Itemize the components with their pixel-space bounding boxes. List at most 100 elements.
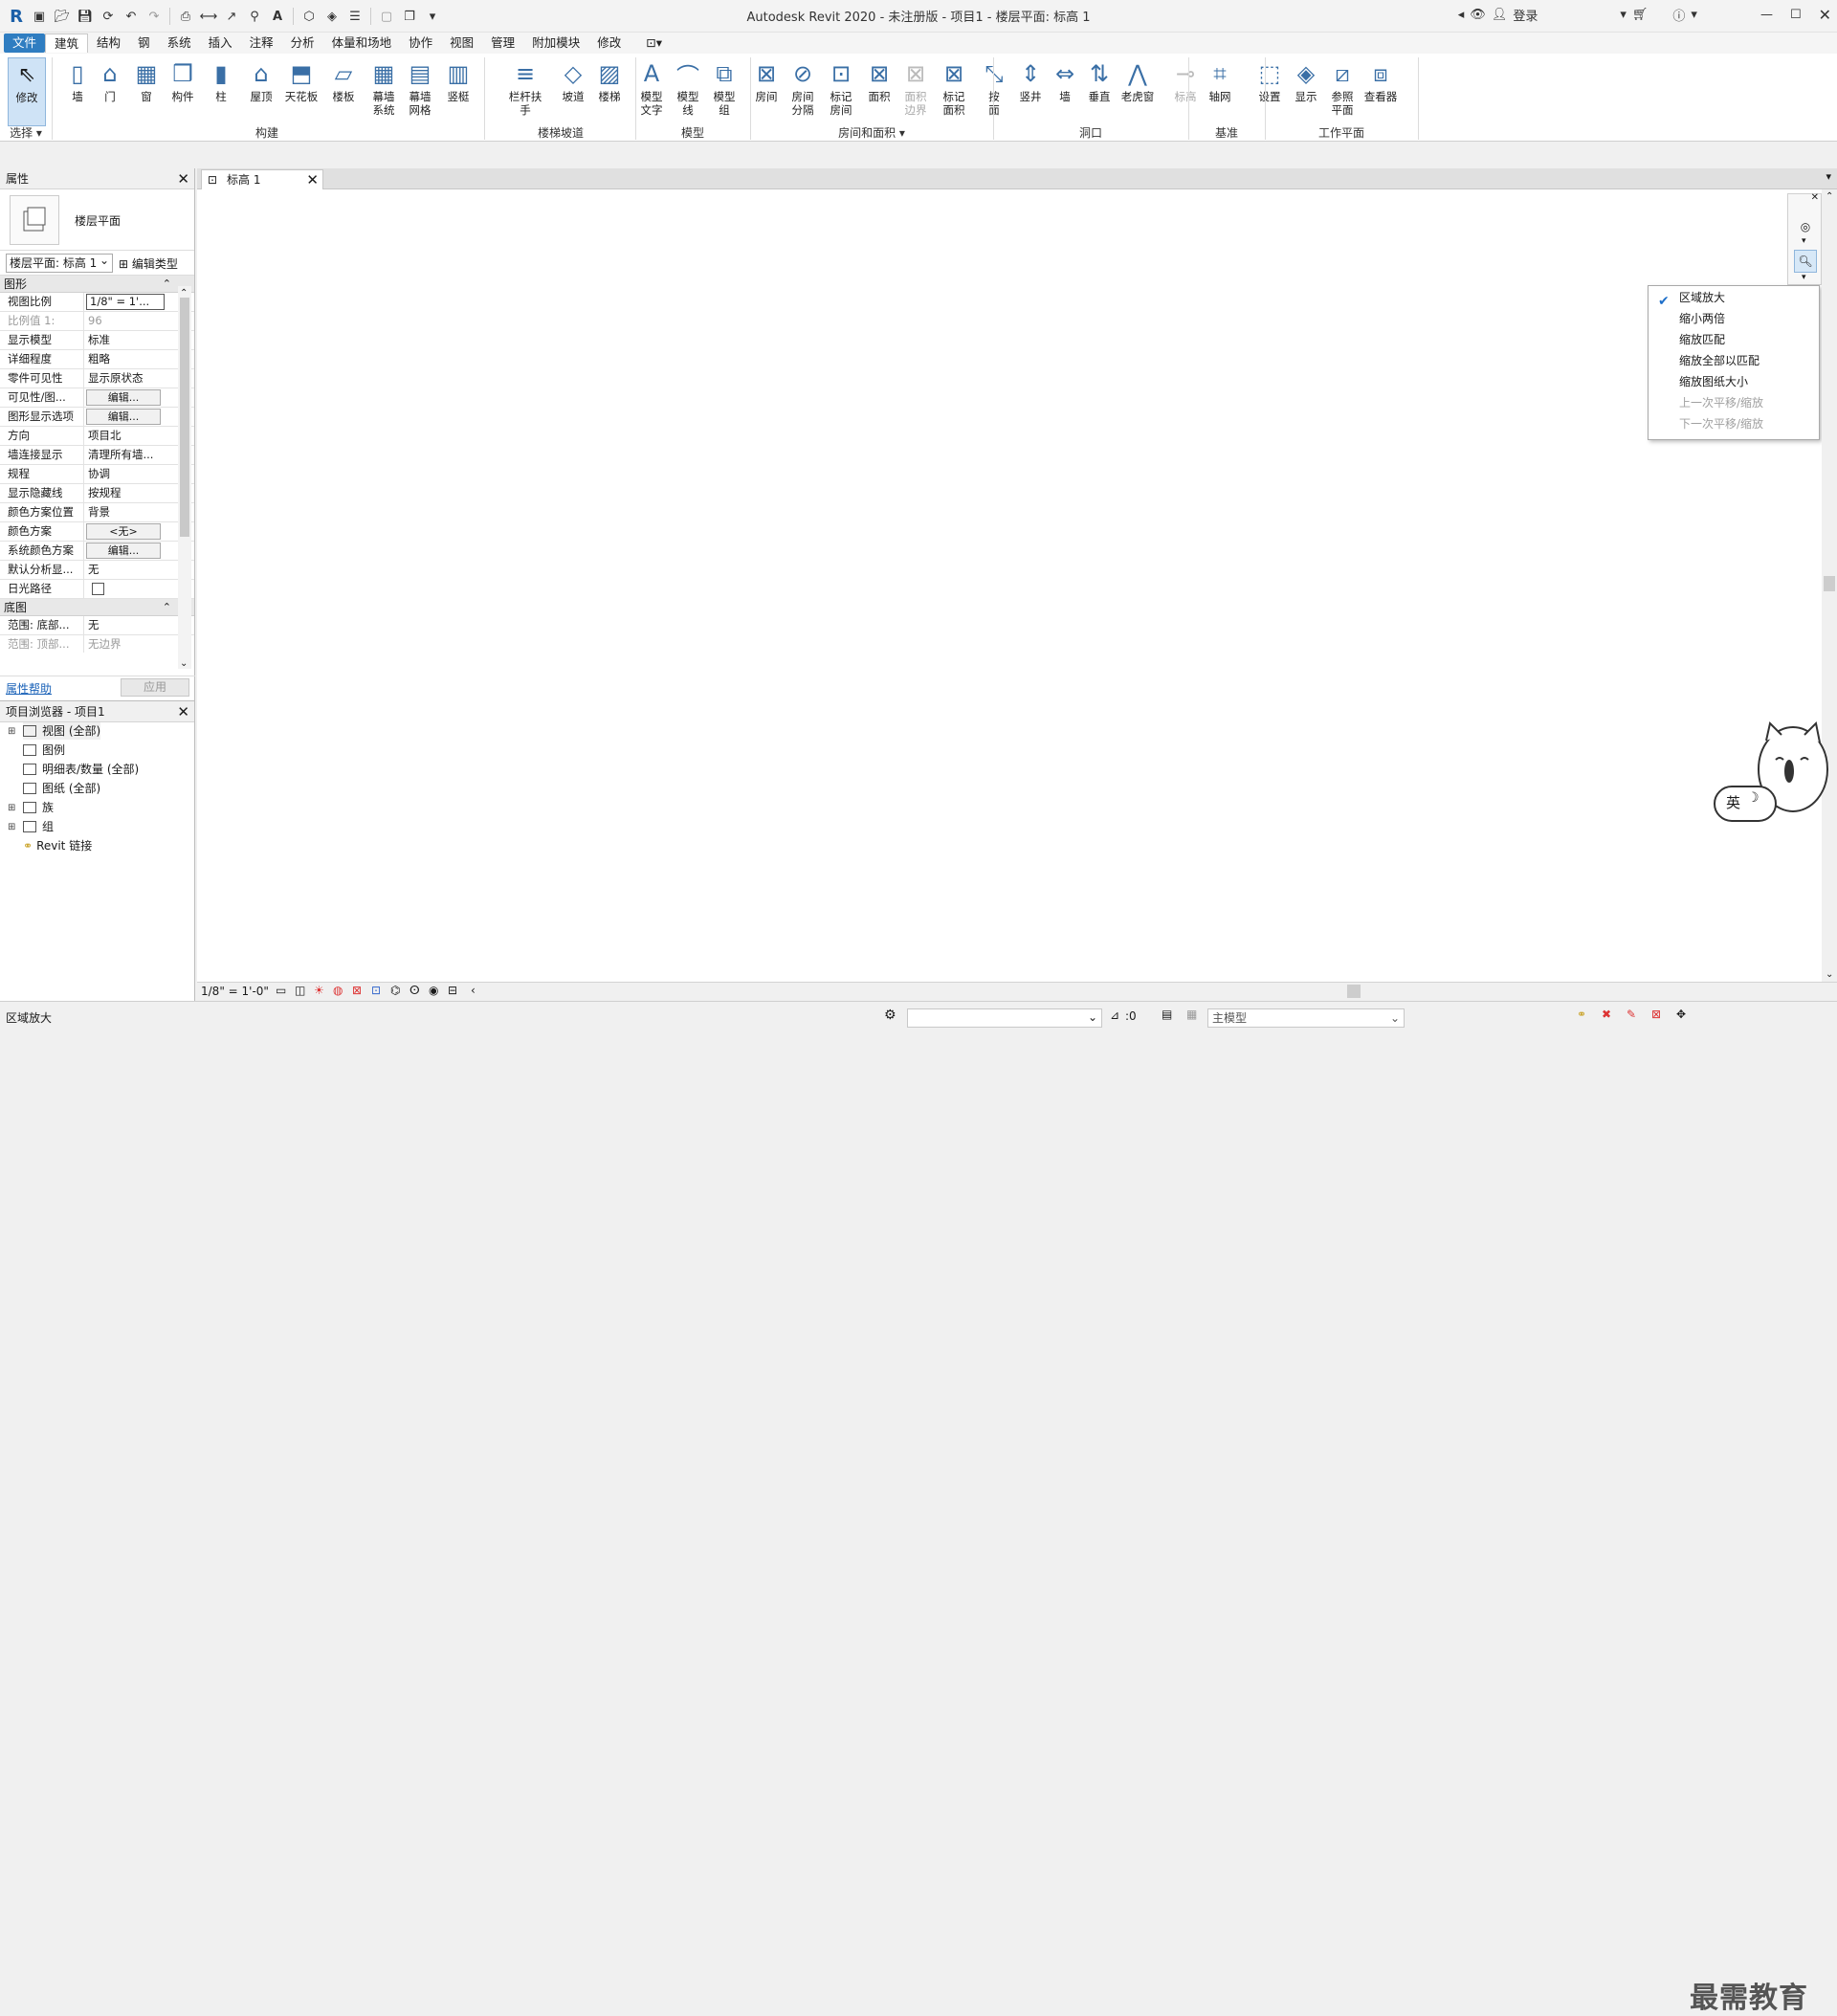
group-graphics[interactable]: 图形 ⌃ [0,276,194,293]
ribbon-button-roof[interactable]: ⌂ 屋顶 [243,57,279,128]
menu-item-zoom-fit[interactable]: 缩放匹配 [1679,330,1725,349]
ribbon-button-room-separator[interactable]: ⊘ 房间 分隔 [785,57,821,128]
property-value[interactable]: 无 [84,616,165,634]
ime-mascot[interactable]: 英 ☽ [1713,716,1837,829]
tab-architecture[interactable]: 建筑 [45,33,89,53]
close-tab-icon[interactable]: ✕ [306,170,319,189]
ribbon-button-by-face[interactable]: ⤡按 面 [976,57,1012,128]
properties-scrollbar[interactable]: ⌃ ⌄ [178,286,191,669]
ribbon-button-tag-room[interactable]: ⊡ 标记 房间 [823,57,859,128]
visual-style-icon[interactable]: ◫ [295,984,305,997]
tab-annotate[interactable]: 注释 [241,33,282,53]
select-by-face-icon[interactable]: ⊠ [1651,1008,1661,1021]
browser-item-families[interactable]: 族 [23,799,54,816]
selection-filter-icon[interactable]: ⊿ [1110,1008,1119,1022]
tab-file[interactable]: 文件 [4,33,46,53]
tab-collaborate[interactable]: 协作 [400,33,441,53]
ribbon-button-door[interactable]: ⌂ 门 [92,57,128,128]
wheel-dropdown-icon[interactable]: ▾ [1802,236,1806,246]
ribbon-button-vertical-opening[interactable]: ⇅ 垂直 [1081,57,1118,128]
tab-systems[interactable]: 系统 [159,33,200,53]
panel-room-area-label[interactable]: 房间和面积 ▾ [750,124,993,141]
select-pinned-icon[interactable]: ✎ [1627,1008,1636,1021]
browser-item-views[interactable]: 视图 (全部) [23,722,101,740]
steering-wheel-icon[interactable]: ◎ [1794,215,1817,238]
user-icon[interactable]: 👤︎ [1492,8,1508,22]
property-edit-button[interactable]: 编辑... [86,409,161,425]
maximize-button[interactable]: ☐ [1790,8,1802,22]
cart-icon[interactable]: 🛒︎ [1632,8,1649,22]
ribbon-button-railing[interactable]: ≡ 栏杆扶手 [507,57,543,128]
ribbon-button-component[interactable]: ❒ 构件 [165,57,201,128]
binoculars-icon[interactable]: 👁︎ [1470,8,1486,22]
zoom-region-icon[interactable]: 🔍︎ [1794,250,1817,273]
property-value[interactable]: 清理所有墙... [84,446,165,464]
analytical-model-icon[interactable]: ⊟ [448,984,457,997]
design-option-dropdown[interactable]: 主模型 ⌄ [1207,1008,1405,1028]
ribbon-button-curtain-grid[interactable]: ▤ 幕墙 网格 [402,57,438,128]
tab-steel[interactable]: 钢 [129,33,159,53]
ribbon-button-viewer[interactable]: ⧈ 查看器 [1362,57,1399,128]
tab-modify[interactable]: 修改 [588,33,630,53]
expand-icon[interactable]: ⊞ [8,726,15,737]
property-value[interactable]: 显示原状态 [84,369,165,388]
property-value[interactable]: 项目北 [84,427,165,445]
ribbon-button-column[interactable]: ▮ 柱 [203,57,239,128]
close-button[interactable]: ✕ [1819,6,1831,24]
collapse-icon[interactable]: ⌃ [163,599,171,616]
workset-dropdown[interactable]: ⌄ [907,1008,1102,1028]
browser-item-groups[interactable]: 组 [23,818,54,835]
design-options-icon[interactable]: ▦ [1186,1008,1197,1021]
ribbon-button-shaft[interactable]: ⇕ 竖井 [1012,57,1049,128]
drawing-canvas[interactable] [197,189,1833,982]
modify-button[interactable]: ⇖ 修改 [8,57,46,126]
canvas-horizontal-scroll-thumb[interactable] [1347,985,1361,998]
ribbon-button-tag-area[interactable]: ⊠ 标记 面积 [936,57,972,128]
property-value[interactable]: 96 [84,312,165,330]
browser-item-legends[interactable]: 图例 [23,742,65,759]
ribbon-button-curtain-system[interactable]: ▦ 幕墙 系统 [365,57,402,128]
select-underlay-icon[interactable]: ✖ [1602,1008,1611,1021]
property-edit-button[interactable]: 编辑... [86,389,161,406]
property-value[interactable]: 无 [84,561,165,579]
ribbon-button-room[interactable]: ⊠ 房间 [748,57,785,128]
property-value[interactable]: 按规程 [84,484,165,502]
ribbon-button-area[interactable]: ⊠ 面积 [861,57,897,128]
property-value[interactable]: 粗略 [84,350,165,368]
ribbon-button-window[interactable]: ▦ 窗 [128,57,165,128]
temp-hide-icon[interactable]: ⵙ [409,984,420,997]
ribbon-button-grid[interactable]: ⌗ 轴网 [1202,57,1238,128]
help-icon[interactable]: ⓘ [1672,6,1685,24]
shadows-icon[interactable]: ◍ [333,984,343,997]
help-dropdown-icon[interactable]: ▾ [1691,8,1697,22]
menu-item-zoom-sheet[interactable]: 缩放图纸大小 [1679,372,1748,391]
tab-view[interactable]: 视图 [441,33,482,53]
close-navbar-icon[interactable]: ✕ [1811,192,1819,203]
apply-button[interactable]: 应用 [121,678,189,697]
tab-structure[interactable]: 结构 [88,33,129,53]
ribbon-button-wall[interactable]: ▯ 墙 [59,57,96,128]
property-value[interactable]: 协调 [84,465,165,483]
editable-only-icon[interactable]: ▤ [1162,1008,1172,1021]
properties-help-link[interactable]: 属性帮助 [6,680,52,697]
sun-path-checkbox[interactable] [92,583,104,595]
lock-3d-icon[interactable]: ⌬ [390,984,400,997]
tab-list-dropdown-icon[interactable]: ▾ [1826,170,1831,183]
ribbon-button-show-workplane[interactable]: ◈ 显示 [1288,57,1324,128]
type-selector-dropdown[interactable]: 楼层平面: 标高 1 [6,252,113,273]
ribbon-button-floor[interactable]: ▱ 楼板 [325,57,362,128]
menu-item-zoom-region[interactable]: 区域放大 [1679,288,1725,307]
menu-item-zoom-out[interactable]: 缩小两倍 [1679,309,1725,328]
property-value[interactable]: 背景 [84,503,165,521]
ribbon-button-stair[interactable]: ▨ 楼梯 [591,57,628,128]
select-links-icon[interactable]: ⚭ [1577,1008,1586,1021]
browser-item-revit-links[interactable]: ⚭ Revit 链接 [23,837,92,854]
view-scale[interactable]: 1/8" = 1'-0" [201,985,269,998]
minimize-button[interactable]: — [1760,8,1773,22]
property-value[interactable]: 无边界 [84,635,165,653]
ribbon-button-mullion[interactable]: ▥ 竖梃 [440,57,476,128]
property-edit-button[interactable]: 编辑... [86,543,161,559]
collapse-bar-icon[interactable]: ‹ [471,984,476,997]
expand-icon[interactable]: ⊞ [8,822,15,832]
menu-item-zoom-all[interactable]: 缩放全部以匹配 [1679,351,1760,370]
